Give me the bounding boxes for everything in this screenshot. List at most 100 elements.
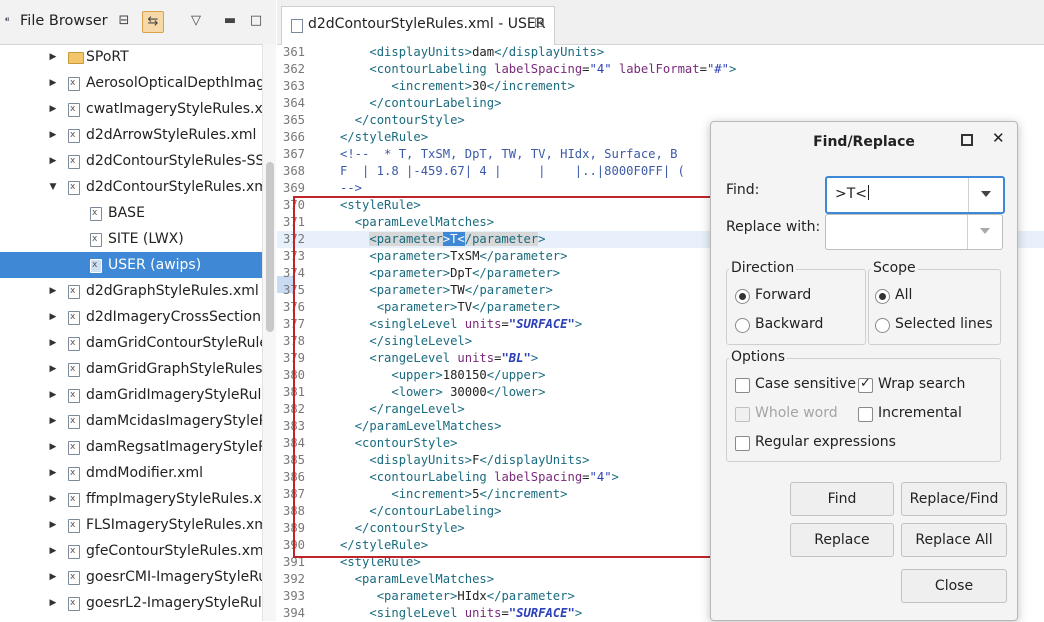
code-text[interactable]: </contourStyle> — [340, 520, 465, 537]
collapsed-arrow-icon[interactable]: ▶ — [48, 486, 58, 512]
code-text[interactable]: <lower> 30000</lower> — [340, 384, 545, 401]
code-text[interactable]: <contourLabeling labelSpacing="4" labelF… — [340, 61, 736, 78]
collapsed-arrow-icon[interactable]: ▶ — [48, 356, 58, 382]
file-tree-item[interactable]: SITE (LWX) — [0, 226, 262, 252]
code-text[interactable]: <upper>180150</upper> — [340, 367, 545, 384]
code-line[interactable]: 361 <displayUnits>dam</displayUnits> — [277, 44, 1044, 61]
code-text[interactable]: <singleLevel units="SURFACE"> — [340, 316, 582, 333]
code-text[interactable]: </singleLevel> — [340, 333, 472, 350]
collapsed-arrow-icon[interactable]: ▶ — [48, 122, 58, 148]
code-text[interactable]: <increment>30</increment> — [340, 78, 574, 95]
code-text[interactable]: <parameter>TW</parameter> — [340, 282, 552, 299]
file-tree-item[interactable]: ▶ damGridGraphStyleRules.xı — [0, 356, 262, 382]
collapsed-arrow-icon[interactable]: ▶ — [48, 382, 58, 408]
checkbox[interactable] — [735, 436, 750, 451]
find-input[interactable]: >T< — [835, 185, 870, 202]
file-tree-item[interactable]: ▶ d2dContourStyleRules-SSb — [0, 148, 262, 174]
code-text[interactable]: </contourLabeling> — [340, 503, 501, 520]
code-text[interactable]: <displayUnits>F</displayUnits> — [340, 452, 589, 469]
collapsed-arrow-icon[interactable]: ▶ — [48, 512, 58, 538]
code-text[interactable]: --> — [340, 180, 362, 197]
collapsed-arrow-icon[interactable]: ▶ — [48, 44, 58, 70]
file-tree-item[interactable]: ▶ cwatImageryStyleRules.xm — [0, 96, 262, 122]
code-text[interactable]: </paramLevelMatches> — [340, 418, 502, 435]
code-text[interactable]: <contourStyle> — [340, 435, 458, 452]
file-tree-item[interactable]: ▶ damRegsatImageryStyleRul — [0, 434, 262, 460]
code-text[interactable]: <parameter>T</parameter> — [340, 231, 545, 248]
file-tree-item[interactable]: ▶ d2dArrowStyleRules.xml — [0, 122, 262, 148]
expanded-arrow-icon[interactable]: ▼ — [48, 174, 58, 200]
code-text[interactable]: <parameter>TxSM</parameter> — [340, 248, 567, 265]
file-tree-item[interactable]: ▶ ffmpImageryStyleRules.xm — [0, 486, 262, 512]
replace-button[interactable]: Replace — [790, 523, 894, 557]
collapsed-arrow-icon[interactable]: ▶ — [48, 460, 58, 486]
find-button[interactable]: Find — [790, 482, 894, 516]
minimize-icon[interactable]: ▬ — [220, 11, 240, 31]
code-text[interactable]: <singleLevel units="SURFACE"> — [340, 605, 582, 622]
radio-button[interactable] — [735, 289, 750, 304]
checkbox[interactable] — [858, 407, 873, 422]
checkbox[interactable] — [858, 376, 873, 393]
file-tree-item[interactable]: ▶ goesrL2-ImageryStyleRules — [0, 590, 262, 616]
code-text[interactable]: <rangeLevel units="BL"> — [340, 350, 538, 367]
code-text[interactable]: <displayUnits>dam</displayUnits> — [340, 44, 604, 61]
find-dropdown-arrow[interactable] — [968, 178, 1003, 212]
code-line[interactable]: 364 </contourLabeling> — [277, 95, 1044, 112]
code-text[interactable]: <parameter>TV</parameter> — [340, 299, 560, 316]
collapsed-arrow-icon[interactable]: ▶ — [48, 278, 58, 304]
view-menu-icon[interactable]: ▽ — [186, 11, 206, 31]
collapse-all-icon[interactable]: ⊟ — [114, 11, 134, 31]
code-text[interactable]: <contourLabeling labelSpacing="4"> — [340, 469, 619, 486]
file-browser-scrollbar[interactable] — [262, 44, 276, 621]
replace-find-button[interactable]: Replace/Find — [901, 482, 1007, 516]
file-tree-item[interactable]: ▶ damGridImageryStyleRules — [0, 382, 262, 408]
file-tree-item[interactable]: ▶ damMcidasImageryStyleRul — [0, 408, 262, 434]
radio-button[interactable] — [875, 289, 890, 304]
collapsed-arrow-icon[interactable]: ▶ — [48, 148, 58, 174]
maximize-icon[interactable] — [961, 134, 973, 146]
collapsed-arrow-icon[interactable]: ▶ — [48, 590, 58, 616]
link-with-editor-icon[interactable]: ⇆ — [142, 11, 164, 33]
file-tree-item[interactable]: ▼ d2dContourStyleRules.xml — [0, 174, 262, 200]
code-text[interactable]: </rangeLevel> — [340, 401, 464, 418]
file-tree-item[interactable]: ▶ d2dGraphStyleRules.xml — [0, 278, 262, 304]
close-tab-icon[interactable]: ☒ — [534, 16, 545, 30]
file-tree-item[interactable]: ▶ FLSImageryStyleRules.xml — [0, 512, 262, 538]
code-text[interactable]: </styleRule> — [340, 537, 428, 554]
code-line[interactable]: 363 <increment>30</increment> — [277, 78, 1044, 95]
file-tree-item[interactable]: USER (awips) — [0, 252, 262, 278]
file-tree-item[interactable]: BASE — [0, 200, 262, 226]
radio-button[interactable] — [735, 318, 750, 333]
code-text[interactable]: <increment>5</increment> — [340, 486, 567, 503]
file-tree-item[interactable]: ▶ damGridContourStyleRules — [0, 330, 262, 356]
code-text[interactable]: <!-- * T, TxSM, DpT, TW, TV, HIdx, Surfa… — [340, 146, 678, 163]
file-tree-item[interactable]: ▶ SPoRT — [0, 44, 262, 70]
code-text[interactable]: </contourLabeling> — [340, 95, 501, 112]
collapsed-arrow-icon[interactable]: ▶ — [48, 408, 58, 434]
replace-combo[interactable] — [825, 214, 1003, 250]
collapsed-arrow-icon[interactable]: ▶ — [48, 564, 58, 590]
replace-dropdown-arrow[interactable] — [967, 215, 1002, 249]
close-icon[interactable]: ✕ — [992, 129, 1005, 147]
code-line[interactable]: 362 <contourLabeling labelSpacing="4" la… — [277, 61, 1044, 78]
maximize-icon[interactable]: □ — [246, 11, 266, 31]
close-button[interactable]: Close — [901, 569, 1007, 603]
code-text[interactable]: F | 1.8 |-459.67| 4 | | |..|8000F0FF| ( — [340, 163, 685, 180]
collapsed-arrow-icon[interactable]: ▶ — [48, 96, 58, 122]
code-text[interactable]: <styleRule> — [340, 554, 421, 571]
code-text[interactable]: <parameter>HIdx</parameter> — [340, 588, 575, 605]
collapsed-arrow-icon[interactable]: ▶ — [48, 330, 58, 356]
checkbox[interactable] — [735, 378, 750, 393]
editor-tab[interactable]: d2dContourStyleRules.xml - USER ☒ — [281, 6, 555, 45]
collapsed-arrow-icon[interactable]: ▶ — [48, 434, 58, 460]
code-text[interactable]: </styleRule> — [340, 129, 428, 146]
collapsed-arrow-icon[interactable]: ▶ — [48, 304, 58, 330]
scrollbar-thumb[interactable] — [266, 162, 274, 332]
code-text[interactable]: <styleRule> — [340, 197, 421, 214]
collapsed-arrow-icon[interactable]: ▶ — [48, 70, 58, 96]
file-tree-item[interactable]: ▶ dmdModifier.xml — [0, 460, 262, 486]
code-text[interactable]: <paramLevelMatches> — [340, 214, 494, 231]
file-tree-item[interactable]: ▶ goesrCMI-ImageryStyleRul — [0, 564, 262, 590]
file-tree-item[interactable]: ▶ d2dImageryCrossSectionSt — [0, 304, 262, 330]
file-tree-item[interactable]: ▶ gfeContourStyleRules.xml — [0, 538, 262, 564]
